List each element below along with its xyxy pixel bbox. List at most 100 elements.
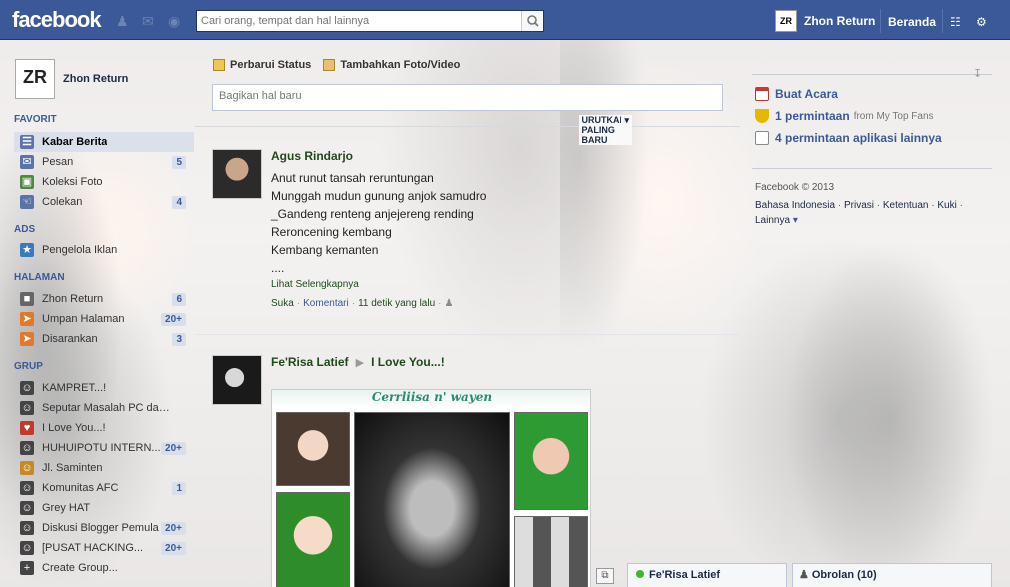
divider	[752, 74, 992, 75]
privacy-shortcuts-icon[interactable]: ☷	[950, 15, 961, 29]
facebook-logo[interactable]: facebook	[12, 7, 102, 33]
sidebar-item-group[interactable]: ☺ Jl. Saminten	[14, 458, 194, 478]
search-icon	[527, 15, 539, 27]
friend-requests-icon[interactable]: ♟	[116, 14, 132, 28]
search-input[interactable]	[197, 11, 517, 31]
footer: Facebook © 2013 Bahasa Indonesia · Priva…	[755, 180, 995, 228]
profile-link[interactable]: ZR Zhon Return	[775, 10, 875, 32]
collage-photo	[514, 412, 588, 510]
collage-photo	[276, 492, 350, 587]
download-icon[interactable]: ↧	[973, 67, 982, 80]
story-header: Fe'Risa Latief ▶ I Love You...!	[271, 355, 726, 369]
tab-update-status[interactable]: Perbarui Status	[213, 59, 311, 71]
group-icon: ☺	[20, 481, 34, 495]
comment-link[interactable]: Komentari	[303, 298, 349, 309]
footer-link-cookies[interactable]: Kuki	[937, 200, 956, 211]
sidebar-item-group[interactable]: ♥ I Love You...!	[14, 418, 194, 438]
chevron-down-icon: ▾	[621, 115, 632, 126]
groups-header: GRUP	[14, 361, 43, 372]
profile-picture: ZR	[15, 59, 55, 99]
left-sidebar: ZR Zhon Return FAVORIT ☰ Kabar Berita ✉ Pe…	[0, 40, 195, 587]
sidebar-item-pages-feed[interactable]: ➤ Umpan Halaman 20+	[14, 309, 194, 329]
like-link[interactable]: Suka	[271, 298, 294, 309]
sidebar-item-group[interactable]: ☺ [PUSAT HACKING... 20+	[14, 538, 194, 558]
count-badge: 20+	[161, 442, 186, 455]
favorites-header: FAVORIT	[14, 114, 57, 125]
count-badge: 20+	[161, 522, 186, 535]
story-text: Anut runut tansah reruntungan Munggah mu…	[271, 171, 487, 275]
chat-sidebar-toggle[interactable]: ♟ Obrolan (10)	[792, 563, 992, 587]
sidebar-item-group[interactable]: ☺ HUHUIPOTU INTERN... 20+	[14, 438, 194, 458]
story-actions: Suka · Komentari · 11 detik yang lalu · ♟	[271, 298, 454, 309]
ads-header: ADS	[14, 224, 36, 235]
group-icon: ☺	[20, 401, 34, 415]
author-avatar[interactable]	[212, 355, 262, 405]
story-body: Fe'Risa Latief ▶ I Love You...!	[271, 355, 726, 369]
sidebar-item-group[interactable]: ☺ Diskusi Blogger Pemula 20+	[14, 518, 194, 538]
sidebar-item-pokes[interactable]: ☜ Colekan 4	[14, 192, 194, 212]
sidebar-item-photos[interactable]: ▣ Koleksi Foto	[14, 172, 194, 192]
favorites-list: ☰ Kabar Berita ✉ Pesan 5 ▣ Koleksi Foto ☜ Col…	[14, 132, 194, 212]
avatar: ZR	[775, 10, 797, 32]
sidebar-item-group[interactable]: ☺ Grey HAT	[14, 498, 194, 518]
sidebar-item-messages[interactable]: ✉ Pesan 5	[14, 152, 194, 172]
group-icon: ☺	[20, 441, 34, 455]
composer-input[interactable]: Bagikan hal baru	[212, 84, 723, 111]
copyright: Facebook © 2013	[755, 182, 835, 193]
profile-name: Zhon Return	[63, 73, 129, 85]
sidebar-item-page[interactable]: ■ Zhon Return 6	[14, 289, 194, 309]
timestamp[interactable]: 11 detik yang lalu	[358, 298, 435, 309]
create-event-link[interactable]: Buat Acara	[755, 87, 838, 101]
online-status-icon	[636, 570, 644, 578]
divider	[942, 9, 943, 33]
status-icon	[213, 59, 225, 71]
sidebar-item-news-feed[interactable]: ☰ Kabar Berita	[14, 132, 194, 152]
sidebar-item-group[interactable]: ☺Seputar Masalah PC dan Pr...	[14, 398, 194, 418]
audience-icon: ♟	[444, 298, 454, 309]
composer-tabs: Perbarui Status Tambahkan Foto/Video	[213, 59, 460, 71]
sidebar-item-create-group[interactable]: + Create Group...	[14, 558, 194, 578]
chat-icon: ♟	[799, 569, 809, 581]
sidebar-item-group[interactable]: ☺ KAMPRET...!	[14, 378, 194, 398]
gear-icon[interactable]: ⚙	[976, 15, 987, 29]
top-bar: facebook ♟ ✉ ◉ ZR Zhon Return Beranda ☷ …	[0, 0, 1010, 40]
shared-photo[interactable]: Cerrliisa n' wayen	[271, 389, 591, 587]
footer-link-terms[interactable]: Ketentuan	[883, 200, 929, 211]
story-target[interactable]: I Love You...!	[371, 355, 445, 369]
footer-link-language[interactable]: Bahasa Indonesia	[755, 200, 835, 211]
story-author[interactable]: Agus Rindarjo	[271, 149, 726, 163]
footer-link-privacy[interactable]: Privasi	[844, 200, 874, 211]
sidebar-item-suggested[interactable]: ➤ Disarankan 3	[14, 329, 194, 349]
group-icon: ☺	[20, 501, 34, 515]
popout-icon[interactable]: ⧉	[596, 568, 614, 584]
tab-add-photo[interactable]: Tambahkan Foto/Video	[323, 59, 460, 71]
suggested-pages-icon: ➤	[20, 332, 34, 346]
sidebar-item-group[interactable]: ☺ Komunitas AFC 1	[14, 478, 194, 498]
groups-list: ☺KAMPRET...! ☺Seputar Masalah PC dan Pr.…	[14, 378, 194, 578]
story-author[interactable]: Fe'Risa Latief	[271, 355, 349, 369]
sidebar-item-ads-manager[interactable]: ★ Pengelola Iklan	[14, 240, 194, 260]
notifications-icon[interactable]: ◉	[168, 14, 184, 28]
chevron-down-icon: ▾	[792, 215, 798, 226]
messages-icon[interactable]: ✉	[142, 14, 158, 28]
ads-manager-icon: ★	[20, 243, 34, 257]
pokes-icon: ☜	[20, 195, 34, 209]
author-avatar[interactable]	[212, 149, 262, 199]
home-link[interactable]: Beranda	[888, 15, 936, 29]
news-feed: Perbarui Status Tambahkan Foto/Video Bag…	[195, 40, 740, 587]
sidebar-profile[interactable]: ZR Zhon Return	[15, 59, 128, 99]
group-icon: ☺	[20, 541, 34, 555]
trophy-icon	[755, 109, 769, 123]
chat-tab-conversation[interactable]: Fe'Risa Latief	[627, 563, 787, 587]
see-more-link[interactable]: Lihat Selengkapnya	[271, 279, 726, 290]
count-badge: 20+	[161, 542, 186, 555]
profile-name: Zhon Return	[804, 14, 876, 28]
pages-feed-icon: ➤	[20, 312, 34, 326]
footer-link-more[interactable]: Lainnya	[755, 215, 790, 226]
search-button[interactable]	[521, 11, 543, 31]
divider	[880, 9, 881, 33]
group-icon: ☺	[20, 521, 34, 535]
app-requests-link[interactable]: 4 permintaan aplikasi lainnya	[755, 131, 942, 145]
requests-link[interactable]: 1 permintaan from My Top Fans	[755, 109, 934, 123]
calendar-icon	[755, 87, 769, 101]
